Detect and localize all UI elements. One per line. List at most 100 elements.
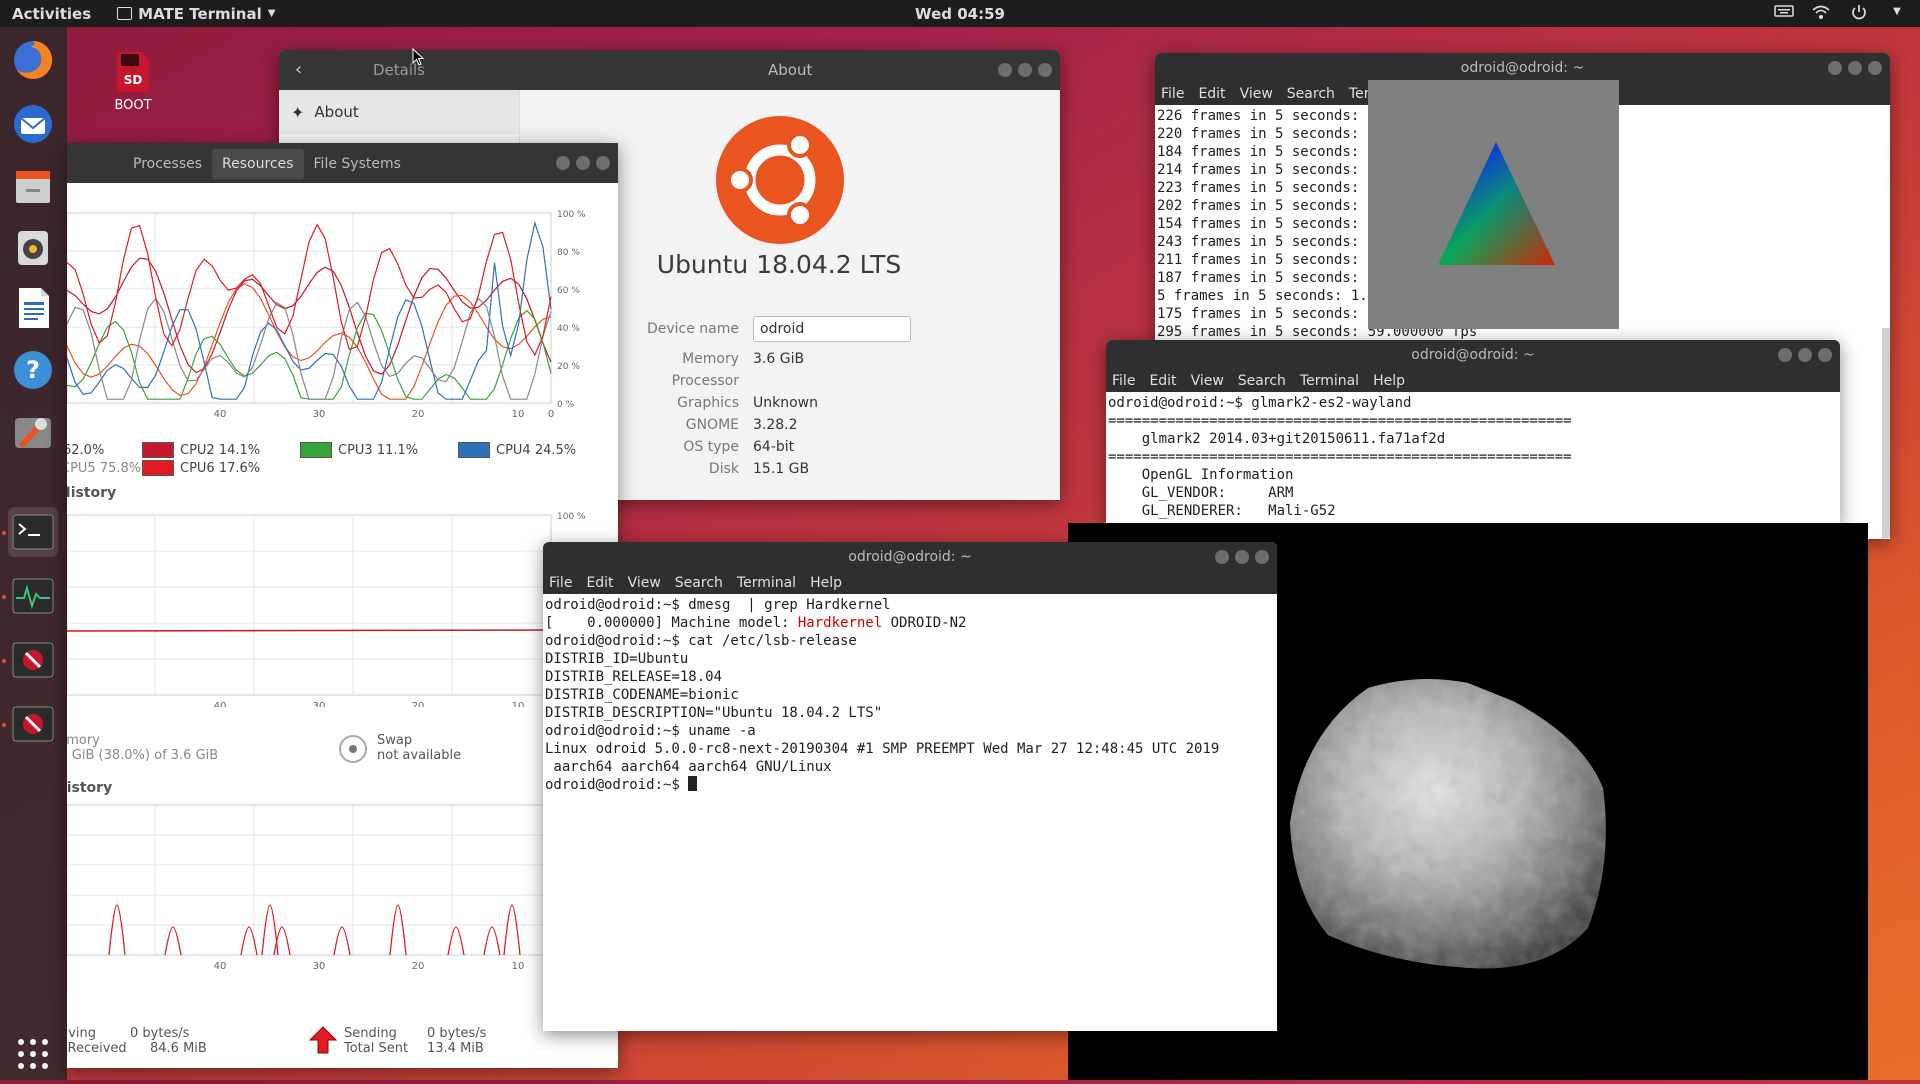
close-button[interactable] bbox=[1868, 61, 1882, 75]
triangle-demo-window[interactable] bbox=[1368, 80, 1619, 329]
maximize-button[interactable] bbox=[1018, 63, 1032, 77]
close-button[interactable] bbox=[596, 156, 610, 170]
maximize-button[interactable] bbox=[1798, 348, 1812, 362]
maximize-button[interactable] bbox=[1235, 550, 1249, 564]
thunderbird-icon[interactable] bbox=[8, 99, 58, 149]
menu-file[interactable]: File bbox=[1161, 86, 1184, 102]
app-menu[interactable]: MATE Terminal ▼ bbox=[117, 5, 275, 23]
window-titlebar[interactable]: odroid@odroid: ~ bbox=[1155, 53, 1890, 83]
menubar: File Edit View Search Terminal Help bbox=[1106, 370, 1840, 392]
minimize-button[interactable] bbox=[556, 156, 570, 170]
minimize-button[interactable] bbox=[998, 63, 1012, 77]
minimize-button[interactable] bbox=[1778, 348, 1792, 362]
rhythmbox-icon[interactable] bbox=[8, 223, 58, 273]
keyboard-icon[interactable] bbox=[1774, 4, 1794, 20]
axis-tick-label: 30 bbox=[313, 961, 326, 972]
axis-tick-label: 30 bbox=[313, 701, 326, 707]
cpu1-value: 62.0% bbox=[67, 443, 105, 458]
blocked-app-icon[interactable] bbox=[8, 635, 58, 685]
swap-value: not available bbox=[377, 748, 462, 763]
detail-row: OS type 64-bit bbox=[619, 436, 949, 458]
window-titlebar[interactable]: ‹ Details About bbox=[279, 50, 1060, 90]
scrollbar[interactable] bbox=[1882, 328, 1890, 538]
menu-search[interactable]: Search bbox=[1238, 373, 1286, 389]
sidebar-item-about[interactable]: ✦ About bbox=[279, 90, 519, 134]
swap-pie-icon[interactable] bbox=[338, 734, 368, 768]
send-arrow-icon[interactable] bbox=[308, 1025, 338, 1059]
cpu2-swatch[interactable] bbox=[142, 442, 174, 458]
rgb-triangle-graphic bbox=[1438, 142, 1555, 265]
axis-tick-label: 100 % bbox=[557, 512, 586, 522]
axis-tick-label: 30 bbox=[313, 409, 326, 420]
menu-edit[interactable]: Edit bbox=[586, 575, 613, 591]
menu-terminal[interactable]: Terminal bbox=[737, 575, 796, 591]
cpu3-swatch[interactable] bbox=[300, 442, 332, 458]
axis-tick-label: 40 % bbox=[557, 324, 580, 334]
menu-help[interactable]: Help bbox=[810, 575, 842, 591]
chevron-down-icon[interactable]: ▼ bbox=[1888, 4, 1906, 20]
close-button[interactable] bbox=[1818, 348, 1832, 362]
menu-view[interactable]: View bbox=[1191, 373, 1224, 389]
terminal-icon[interactable] bbox=[8, 507, 58, 557]
menu-edit[interactable]: Edit bbox=[1198, 86, 1225, 102]
tab-processes[interactable]: Processes bbox=[123, 149, 212, 179]
menu-file[interactable]: File bbox=[1112, 373, 1135, 389]
terminal-output[interactable]: odroid@odroid:~$ dmesg | grep Hardkernel… bbox=[543, 594, 1277, 796]
maximize-button[interactable] bbox=[576, 156, 590, 170]
tab-resources[interactable]: Resources bbox=[212, 149, 304, 179]
axis-tick-label: 20 bbox=[412, 701, 425, 707]
system-monitor-icon[interactable] bbox=[8, 571, 58, 621]
firefox-icon[interactable] bbox=[8, 35, 58, 85]
menu-search[interactable]: Search bbox=[1287, 86, 1335, 102]
terminal-output[interactable]: odroid@odroid:~$ glmark2-es2-wayland ====… bbox=[1106, 392, 1840, 522]
menu-help[interactable]: Help bbox=[1373, 373, 1405, 389]
chevron-down-icon: ▼ bbox=[267, 8, 276, 19]
axis-tick-label: 60 % bbox=[557, 286, 580, 296]
close-button[interactable] bbox=[1255, 550, 1269, 564]
blocked-app-icon[interactable] bbox=[8, 699, 58, 749]
wifi-icon[interactable] bbox=[1812, 4, 1830, 20]
window-titlebar[interactable]: Processes Resources File Systems bbox=[67, 143, 618, 183]
clock[interactable]: Wed 04:59 bbox=[915, 5, 1005, 23]
menu-file[interactable]: File bbox=[549, 575, 572, 591]
window-titlebar[interactable]: odroid@odroid: ~ bbox=[543, 542, 1277, 572]
system-monitor-window[interactable]: Processes Resources File Systems 40 30 20 1… bbox=[67, 143, 618, 1068]
terminal-window-glmark[interactable]: odroid@odroid: ~ File Edit View Search T… bbox=[1106, 340, 1840, 525]
cpu4-label: CPU4 24.5% bbox=[496, 443, 577, 458]
activities-button[interactable]: Activities bbox=[12, 5, 91, 23]
detail-value: Unknown bbox=[753, 395, 818, 411]
menu-search[interactable]: Search bbox=[675, 575, 723, 591]
sidebar-item-label: About bbox=[314, 103, 359, 121]
detail-row: Device name odroid bbox=[619, 314, 949, 344]
menu-terminal[interactable]: Terminal bbox=[1300, 373, 1359, 389]
help-icon[interactable]: ? bbox=[8, 345, 58, 395]
back-button[interactable]: ‹ bbox=[295, 59, 302, 80]
cpu6-swatch[interactable] bbox=[142, 460, 174, 476]
window-titlebar[interactable]: odroid@odroid: ~ bbox=[1106, 340, 1840, 370]
minimize-button[interactable] bbox=[1828, 61, 1842, 75]
detail-row: Disk 15.1 GB bbox=[619, 458, 949, 480]
boot-drive-icon[interactable]: SD BOOT bbox=[108, 50, 158, 113]
window-title: About bbox=[768, 61, 813, 79]
terminal-line: OpenGL Information bbox=[1108, 467, 1294, 483]
files-icon[interactable] bbox=[8, 161, 58, 211]
close-button[interactable] bbox=[1038, 63, 1052, 77]
minimize-button[interactable] bbox=[1215, 550, 1229, 564]
menu-view[interactable]: View bbox=[1240, 86, 1273, 102]
power-icon[interactable] bbox=[1850, 4, 1868, 20]
total-received-label: Total Received bbox=[67, 1041, 127, 1056]
cpu4-swatch[interactable] bbox=[458, 442, 490, 458]
terminal-line: odroid@odroid:~$ glmark2-es2-wayland bbox=[1108, 395, 1412, 411]
tab-file-systems[interactable]: File Systems bbox=[304, 149, 411, 179]
settings-icon[interactable] bbox=[8, 407, 58, 457]
writer-icon[interactable] bbox=[8, 283, 58, 333]
show-applications-icon[interactable] bbox=[8, 1029, 58, 1079]
menu-edit[interactable]: Edit bbox=[1149, 373, 1176, 389]
memory-history-graph: 403020100100 %80 %60 %40 %20 %0 % bbox=[67, 512, 586, 707]
maximize-button[interactable] bbox=[1848, 61, 1862, 75]
device-name-input[interactable]: odroid bbox=[753, 316, 911, 342]
receive-total: 84.6 MiB bbox=[150, 1041, 207, 1056]
menu-view[interactable]: View bbox=[628, 575, 661, 591]
terminal-line: DISTRIB_ID=Ubuntu bbox=[545, 651, 689, 667]
terminal-window-main[interactable]: odroid@odroid: ~ File Edit View Search T… bbox=[543, 542, 1277, 1031]
